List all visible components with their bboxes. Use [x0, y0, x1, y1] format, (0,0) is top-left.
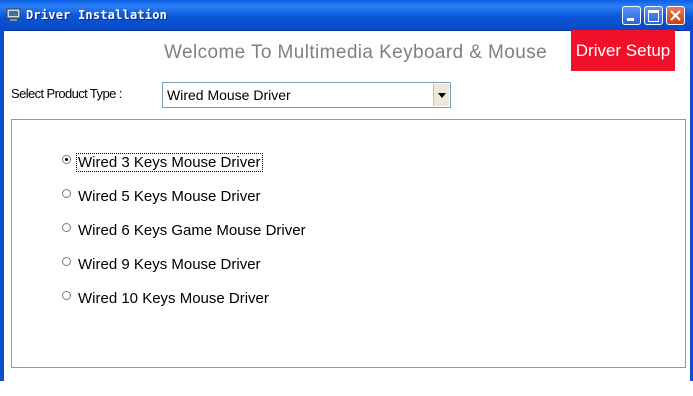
radio-button[interactable]	[62, 291, 71, 300]
product-type-value: Wired Mouse Driver	[167, 87, 291, 103]
chevron-down-icon[interactable]	[433, 84, 449, 106]
driver-setup-banner: Driver Setup	[571, 30, 675, 71]
close-button[interactable]	[666, 6, 685, 25]
title-bar[interactable]: Driver Installation	[0, 0, 693, 31]
close-icon	[670, 10, 681, 21]
driver-options-panel: Wired 3 Keys Mouse Driver Wired 5 Keys M…	[11, 119, 686, 368]
driver-option-label: Wired 5 Keys Mouse Driver	[78, 188, 261, 205]
maximize-button[interactable]	[644, 6, 663, 25]
welcome-heading: Welcome To Multimedia Keyboard & Mouse	[164, 42, 548, 63]
window-title: Driver Installation	[26, 8, 168, 22]
radio-button[interactable]	[62, 223, 71, 232]
product-type-label: Select Product Type :	[11, 86, 122, 101]
driver-option-label: Wired 10 Keys Mouse Driver	[78, 290, 269, 307]
window-border-left	[0, 30, 4, 382]
product-type-select[interactable]: Wired Mouse Driver	[162, 82, 451, 108]
driver-installation-window: Driver Installation Welcome To Multimedi…	[0, 0, 693, 396]
driver-option-label: Wired 6 Keys Game Mouse Driver	[78, 222, 306, 239]
driver-option-label: Wired 9 Keys Mouse Driver	[78, 256, 261, 273]
radio-button[interactable]	[62, 155, 71, 164]
window-footer-area	[0, 381, 693, 396]
driver-option-label: Wired 3 Keys Mouse Driver	[76, 153, 263, 172]
driver-setup-label: Driver Setup	[575, 41, 671, 60]
minimize-button[interactable]	[622, 6, 641, 25]
app-icon	[6, 8, 21, 21]
radio-button[interactable]	[62, 257, 71, 266]
radio-button[interactable]	[62, 189, 71, 198]
